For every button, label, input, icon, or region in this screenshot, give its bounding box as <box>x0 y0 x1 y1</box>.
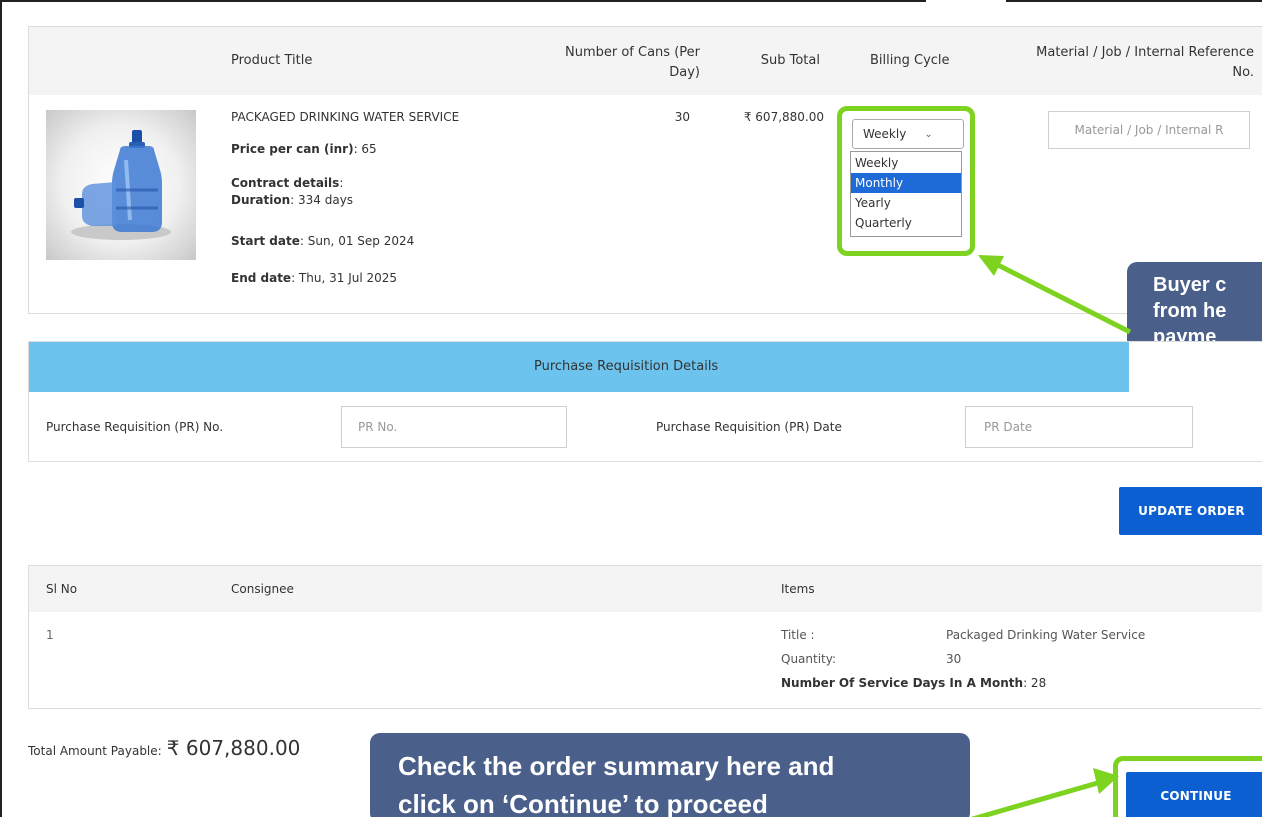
summary-callout-line2: click on ‘Continue’ to proceed <box>398 789 768 817</box>
header-consignee: Consignee <box>231 582 294 596</box>
top-right-gap <box>926 0 1006 3</box>
summary-callout: Check the order summary here and click o… <box>370 733 970 817</box>
header-product-title: Product Title <box>231 53 313 68</box>
billing-arrow <box>978 255 1132 335</box>
pr-section-title: Purchase Requisition Details <box>534 359 719 374</box>
pr-date-input[interactable]: PR Date <box>965 406 1193 448</box>
continue-highlight-box <box>1113 756 1262 817</box>
item-quantity-value: 30 <box>946 652 962 666</box>
total-label: Total Amount Payable: <box>28 744 162 758</box>
header-reference-line1: Material / Job / Internal Reference <box>1036 45 1254 60</box>
top-border <box>0 0 1262 2</box>
header-cans-line1: Number of Cans (Per <box>565 45 700 60</box>
header-cans-line2: Day) <box>669 65 700 80</box>
header-sl-no: Sl No <box>46 582 78 596</box>
contract-details: Contract details: <box>231 176 343 190</box>
contract-label: Contract details <box>231 176 340 190</box>
billing-callout-line1: Buyer c <box>1153 274 1227 296</box>
water-can-icon <box>71 130 171 240</box>
total-value: ₹ 607,880.00 <box>166 736 301 760</box>
start-label: Start date <box>231 234 300 248</box>
end-date: End date: Thu, 31 Jul 2025 <box>231 271 397 285</box>
price-per-can: Price per can (inr): 65 <box>231 142 377 156</box>
start-value: : Sun, 01 Sep 2024 <box>299 234 415 248</box>
price-value: : 65 <box>353 142 377 156</box>
billing-highlight-box <box>837 106 975 256</box>
service-days-label: Number Of Service Days In A Month <box>781 676 1024 690</box>
cans-value: 30 <box>674 110 690 124</box>
continue-arrow <box>970 768 1119 817</box>
pr-date-placeholder: PR Date <box>984 420 1033 434</box>
item-title-value: Packaged Drinking Water Service <box>946 628 1146 642</box>
service-days-value: : 28 <box>1023 676 1047 690</box>
contract-colon: : <box>339 176 344 190</box>
duration: Duration: 334 days <box>231 193 353 207</box>
row-sl-no: 1 <box>46 628 54 642</box>
total-amount: Total Amount Payable: ₹ 607,880.00 <box>28 736 300 760</box>
header-items: Items <box>781 582 815 596</box>
reference-input[interactable]: Material / Job / Internal R <box>1048 111 1250 149</box>
pr-no-label: Purchase Requisition (PR) No. <box>46 420 224 434</box>
billing-callout-line2: from he <box>1153 300 1227 322</box>
product-name: PACKAGED DRINKING WATER SERVICE <box>231 110 460 124</box>
left-border <box>0 0 2 817</box>
header-sub-total: Sub Total <box>760 53 820 68</box>
start-date: Start date: Sun, 01 Sep 2024 <box>231 234 414 248</box>
product-image <box>46 110 196 260</box>
item-title-label: Title : <box>781 628 815 642</box>
update-order-button[interactable]: UPDATE ORDER <box>1119 487 1262 535</box>
sub-total-value: ₹ 607,880.00 <box>743 110 824 124</box>
header-billing-cycle: Billing Cycle <box>870 53 950 68</box>
header-reference-line2: No. <box>1232 65 1254 80</box>
pr-no-placeholder: PR No. <box>358 420 398 434</box>
pr-date-label: Purchase Requisition (PR) Date <box>656 420 842 434</box>
price-label: Price per can (inr) <box>231 142 354 156</box>
reference-placeholder: Material / Job / Internal R <box>1074 123 1224 137</box>
consignee-table-header <box>29 566 1262 612</box>
header-reference: Material / Job / Internal Reference No. <box>990 43 1254 83</box>
duration-value: : 334 days <box>290 193 354 207</box>
duration-label: Duration <box>231 193 291 207</box>
end-label: End date <box>231 271 292 285</box>
end-value: : Thu, 31 Jul 2025 <box>291 271 398 285</box>
header-cans: Number of Cans (Per Day) <box>540 43 700 83</box>
pr-no-input[interactable]: PR No. <box>341 406 567 448</box>
item-quantity-label: Quantity: <box>781 652 837 666</box>
item-service-days: Number Of Service Days In A Month: 28 <box>781 676 1046 690</box>
summary-callout-line1: Check the order summary here and <box>398 751 835 781</box>
